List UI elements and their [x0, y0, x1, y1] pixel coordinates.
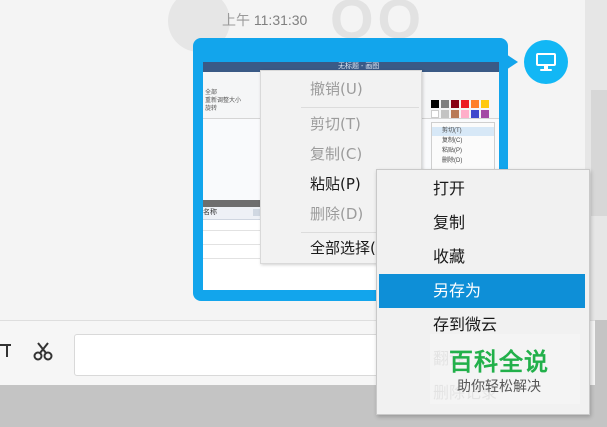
- message-input[interactable]: [74, 334, 396, 376]
- swatch: [471, 100, 479, 108]
- ribbon-option: 重新调整大小: [205, 98, 242, 104]
- crop-icon[interactable]: [0, 340, 14, 362]
- crop-icon-glyph: [0, 344, 11, 357]
- scrollbar-track[interactable]: [591, 90, 607, 216]
- menu-item-open[interactable]: 打开: [379, 172, 585, 206]
- bubble-tail: [506, 54, 518, 70]
- scissors-icon[interactable]: [32, 340, 54, 362]
- swatch: [451, 100, 459, 108]
- timestamp-prefix: 上午: [222, 12, 250, 28]
- mini-menu-item: 删除(D): [442, 158, 463, 164]
- color-palette: [431, 100, 495, 120]
- menu-item-copy-file[interactable]: 复制: [379, 206, 585, 240]
- swatch: [461, 110, 469, 118]
- monitor-icon: [536, 53, 556, 71]
- mini-menu-item: 粘贴(P): [442, 148, 462, 154]
- avatar[interactable]: [524, 40, 568, 84]
- menu-item-favorite[interactable]: 收藏: [379, 240, 585, 274]
- menu-item-save-as[interactable]: 另存为: [379, 274, 585, 308]
- menu-item-copy[interactable]: 复制(C): [261, 139, 421, 169]
- timestamp-time: 11:31:30: [253, 12, 308, 28]
- ribbon-option: 旋转: [205, 106, 218, 112]
- swatch: [481, 100, 489, 108]
- swatch: [461, 100, 469, 108]
- swatch: [441, 100, 449, 108]
- ribbon-option: 全部: [205, 90, 218, 96]
- swatch: [481, 110, 489, 118]
- menu-separator: [301, 107, 419, 108]
- swatch: [451, 110, 459, 118]
- swatch: [471, 110, 479, 118]
- thumbnail-header-label: 名称: [203, 209, 217, 216]
- watermark-subtitle: 助你轻松解决: [457, 379, 541, 395]
- scissors-icon-glyph: [33, 342, 53, 361]
- menu-item-cut[interactable]: 剪切(T): [261, 109, 421, 139]
- swatch: [441, 110, 449, 118]
- mini-menu-item: 复制(C): [442, 138, 463, 144]
- watermark-title: 百科全说: [449, 348, 549, 376]
- mini-menu-item: 剪切(T): [432, 127, 494, 136]
- swatch: [431, 100, 439, 108]
- swatch: [431, 110, 439, 118]
- message-timestamp: 上午 11:31:30: [222, 10, 307, 30]
- menu-item-undo[interactable]: 撤销(U): [261, 74, 421, 104]
